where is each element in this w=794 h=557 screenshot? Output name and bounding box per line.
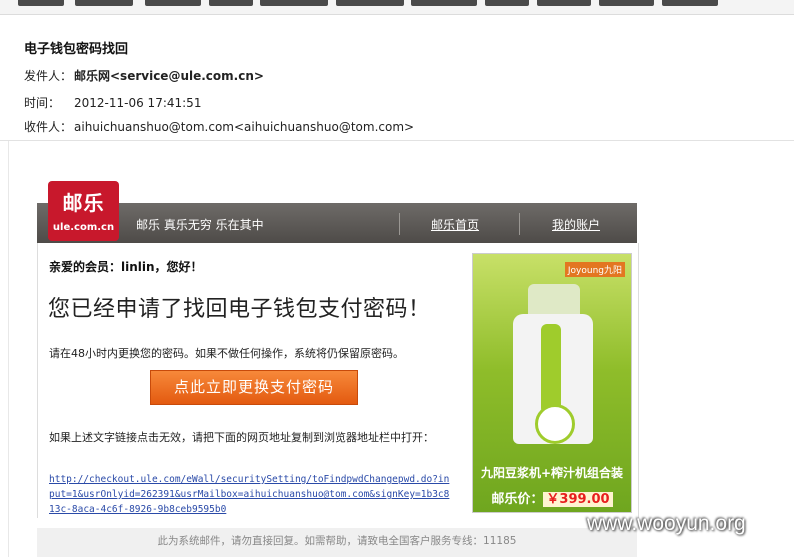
- juicer-image-accent: [541, 324, 561, 414]
- change-password-button[interactable]: 点此立即更换支付密码: [150, 370, 358, 405]
- toolbar-button[interactable]: [662, 0, 718, 6]
- recipient-value[interactable]: aihuichuanshuo@tom.com<aihuichuanshuo@to…: [74, 120, 414, 134]
- logo-text: 邮乐: [62, 191, 105, 215]
- toolbar-button[interactable]: [260, 0, 328, 6]
- ule-logo[interactable]: 邮乐 ule.com.cn: [48, 181, 119, 241]
- mail-toolbar: [0, 0, 794, 15]
- product-ad[interactable]: Joyoung九阳 九阳豆浆机+榨汁机组合装 邮乐价： ￥399.00: [472, 253, 632, 513]
- sender-row: 发件人： 邮乐网<service@ule.com.cn>: [24, 67, 264, 84]
- time-label: 时间：: [24, 96, 61, 110]
- toolbar-button[interactable]: [537, 0, 591, 6]
- toolbar-button[interactable]: [599, 0, 654, 6]
- notice-text: 请在48小时内更换您的密码。如果不做任何操作，系统将仍保留原密码。: [49, 347, 404, 360]
- nav-divider: [399, 213, 400, 235]
- watermark: www.wooyun.org: [587, 512, 746, 535]
- product-price: ￥399.00: [543, 492, 613, 507]
- nav-account-link[interactable]: 我的账户: [552, 216, 600, 233]
- sender-value[interactable]: 邮乐网<service@ule.com.cn>: [74, 69, 264, 83]
- time-row: 时间： 2012-11-06 17:41:51: [24, 94, 201, 111]
- price-label: 邮乐价：: [491, 492, 544, 507]
- email-footer: 此为系统邮件，请勿直接回复。如需帮助，请致电全国客户服务专线：11185: [37, 528, 637, 557]
- toolbar-button[interactable]: [145, 0, 201, 6]
- logo-domain: ule.com.cn: [52, 222, 115, 233]
- email-subject: 电子钱包密码找回: [24, 42, 129, 57]
- sender-label: 发件人：: [24, 69, 73, 83]
- toolbar-button[interactable]: [18, 0, 64, 6]
- nav-home-link[interactable]: 邮乐首页: [431, 216, 479, 233]
- nav-divider: [519, 213, 520, 235]
- product-price-row: 邮乐价： ￥399.00: [473, 488, 631, 507]
- time-value: 2012-11-06 17:41:51: [74, 96, 202, 110]
- recipient-label: 收件人：: [24, 120, 73, 134]
- toolbar-button[interactable]: [75, 0, 133, 6]
- reset-url-link[interactable]: http://checkout.ule.com/eWall/securitySe…: [49, 472, 451, 517]
- slogan: 邮乐 真乐无穷 乐在其中: [136, 218, 264, 232]
- product-name: 九阳豆浆机+榨汁机组合装: [480, 466, 624, 480]
- email-navbar: 邮乐 真乐无穷 乐在其中 邮乐首页 我的账户: [37, 203, 637, 243]
- brand-logo: Joyoung九阳: [564, 262, 625, 277]
- toolbar-button[interactable]: [336, 0, 404, 6]
- header-divider: [0, 140, 794, 141]
- toolbar-button[interactable]: [411, 0, 477, 6]
- body-border: [8, 141, 9, 557]
- greeting: 亲爱的会员：linlin，您好！: [49, 260, 203, 274]
- recipient-row: 收件人： aihuichuanshuo@tom.com<aihuichuanshu…: [24, 118, 414, 135]
- headline: 您已经申请了找回电子钱包支付密码！: [48, 297, 431, 322]
- toolbar-button[interactable]: [209, 0, 253, 6]
- toolbar-button[interactable]: [485, 0, 529, 6]
- juicer-image-knob: [535, 404, 575, 444]
- fallback-instructions: 如果上述文字链接点击无效，请把下面的网页地址复制到浏览器地址栏中打开：: [49, 431, 434, 444]
